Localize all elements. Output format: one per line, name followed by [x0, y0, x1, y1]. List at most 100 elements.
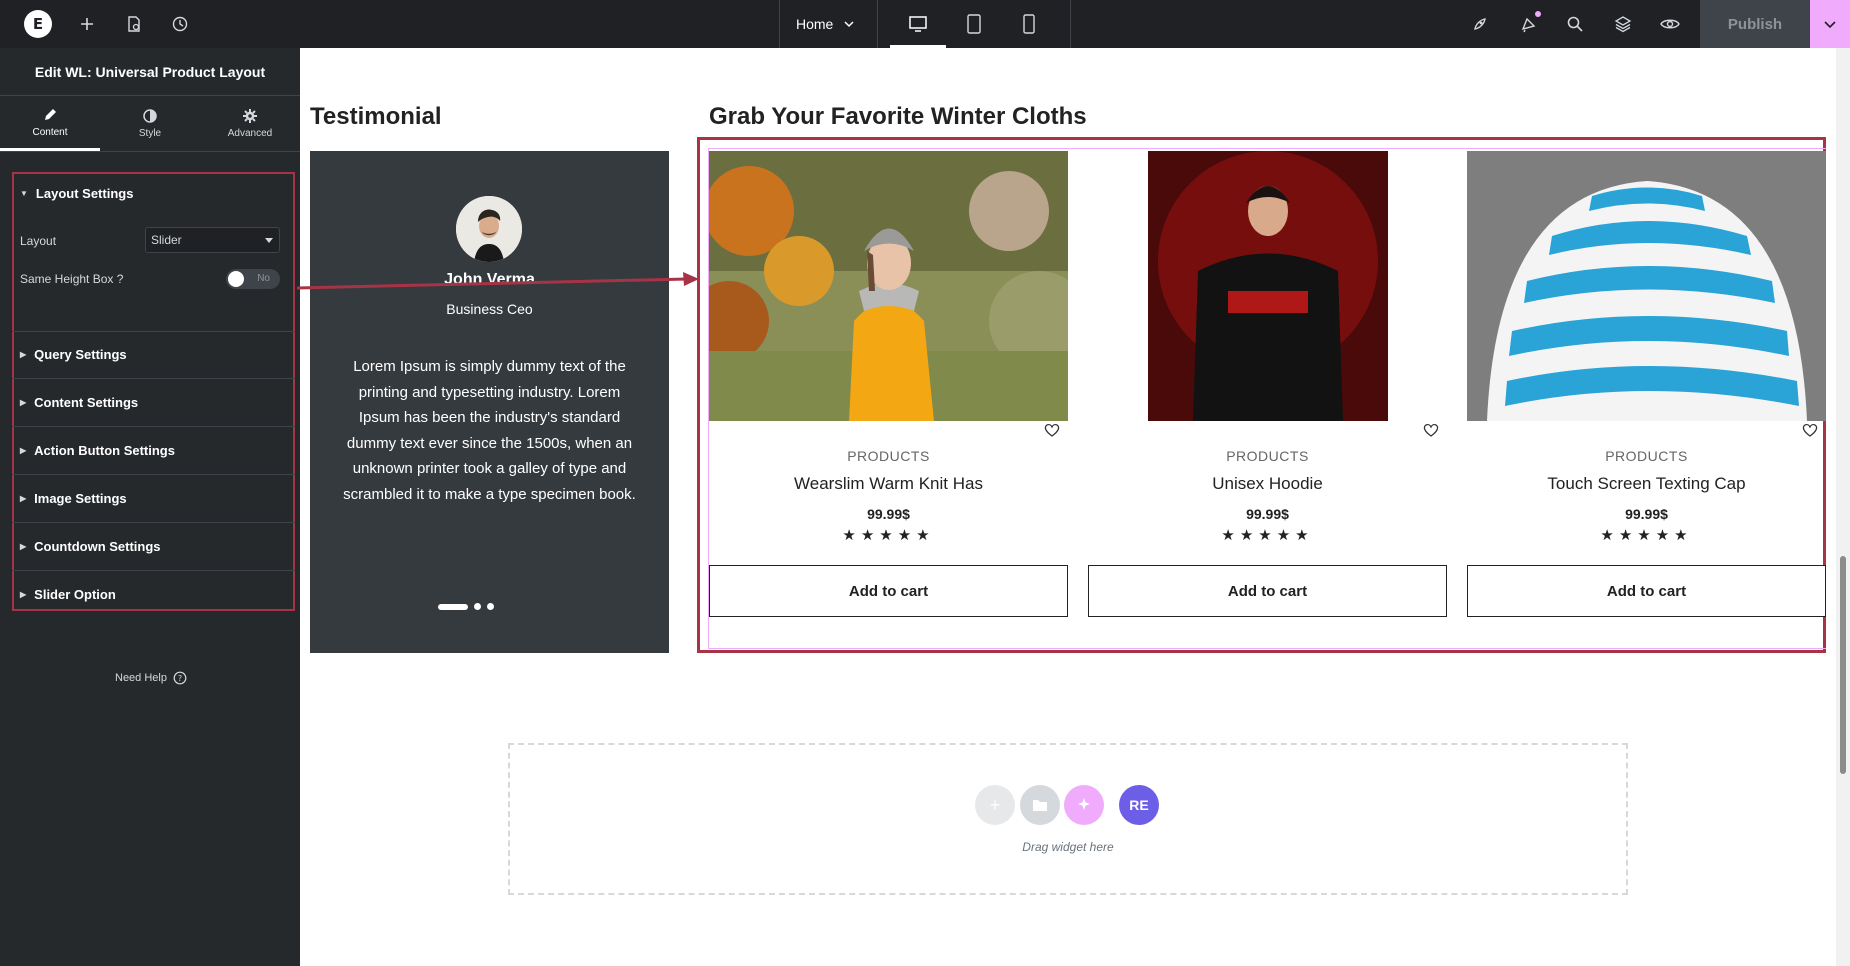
slider-dot[interactable]	[487, 603, 494, 610]
product-name[interactable]: Wearslim Warm Knit Has	[709, 474, 1068, 494]
add-to-cart-button[interactable]: Add to cart	[1467, 565, 1826, 617]
svg-text:?: ?	[178, 674, 182, 683]
layout-select[interactable]: Slider	[145, 227, 280, 253]
layout-select-value: Slider	[151, 233, 182, 247]
tab-content[interactable]: Content	[0, 96, 100, 151]
section-slider-option[interactable]: ▶ Slider Option	[20, 587, 116, 602]
section-label: Content Settings	[34, 395, 139, 410]
divider	[12, 570, 295, 571]
notification-dot	[1535, 11, 1541, 17]
panel-title: Edit WL: Universal Product Layout	[0, 48, 300, 96]
product-price: 99.99$	[1246, 506, 1289, 522]
desktop-icon[interactable]	[906, 12, 930, 36]
product-price: 99.99$	[1625, 506, 1668, 522]
product-card[interactable]: PRODUCTS Touch Screen Texting Cap 99.99$…	[1467, 151, 1826, 617]
product-card[interactable]: PRODUCTS Wearslim Warm Knit Has 99.99$ ★…	[709, 151, 1068, 617]
search-icon[interactable]	[1563, 12, 1587, 36]
publish-options-button[interactable]	[1810, 0, 1850, 48]
mobile-icon[interactable]	[1017, 12, 1041, 36]
ai-sparkle-button[interactable]	[1064, 785, 1104, 825]
folder-icon	[1033, 800, 1047, 811]
add-section-button[interactable]: +	[975, 785, 1015, 825]
product-rating: ★★★★★	[842, 527, 935, 544]
panel-tabs: Content Style Advanced	[0, 96, 300, 152]
product-name[interactable]: Unisex Hoodie	[1088, 474, 1447, 494]
product-rating: ★★★★★	[1600, 527, 1693, 544]
testimonial-text: Lorem Ipsum is simply dummy text of the …	[343, 358, 636, 503]
tab-label: Content	[32, 126, 68, 138]
caret-right-icon: ▶	[20, 446, 27, 455]
page-name: Home	[796, 16, 834, 32]
same-height-label: Same Height Box ?	[20, 272, 124, 286]
caret-down-icon	[265, 238, 273, 243]
caret-right-icon: ▶	[20, 350, 27, 359]
drop-zone-label: Drag widget here	[1022, 840, 1114, 854]
canvas-scrollbar[interactable]	[1836, 48, 1850, 966]
layers-icon[interactable]	[1611, 12, 1635, 36]
section-label: Image Settings	[34, 491, 127, 506]
separator	[877, 0, 878, 48]
help-icon: ?	[173, 671, 187, 685]
product-rating: ★★★★★	[1221, 527, 1314, 544]
drop-zone[interactable]	[508, 743, 1628, 895]
history-icon[interactable]	[168, 12, 192, 36]
tab-label: Style	[138, 128, 162, 139]
product-image[interactable]	[1467, 151, 1826, 421]
products-heading: Grab Your Favorite Winter Cloths	[709, 103, 1087, 130]
section-content-settings[interactable]: ▶ Content Settings	[20, 395, 138, 410]
preview-eye-icon[interactable]	[1658, 12, 1682, 36]
divider	[12, 331, 295, 332]
page-settings-icon[interactable]	[122, 12, 146, 36]
toggle-knob	[228, 271, 244, 287]
section-label: Query Settings	[34, 347, 127, 362]
product-price: 99.99$	[867, 506, 910, 522]
wishlist-heart-icon[interactable]	[1800, 421, 1820, 441]
toggle-state: No	[257, 273, 270, 284]
annotation-arrow	[296, 272, 699, 290]
templates-folder-button[interactable]	[1020, 785, 1060, 825]
add-to-cart-button[interactable]: Add to cart	[1088, 565, 1447, 617]
caret-right-icon: ▶	[20, 398, 27, 407]
caret-right-icon: ▶	[20, 542, 27, 551]
section-countdown-settings[interactable]: ▶ Countdown Settings	[20, 539, 161, 554]
tab-label: Advanced	[227, 128, 273, 139]
tablet-icon[interactable]	[962, 12, 986, 36]
elementor-logo[interactable]: E	[24, 10, 52, 38]
divider	[12, 474, 295, 475]
slider-dot[interactable]	[474, 603, 481, 610]
add-to-cart-button[interactable]: Add to cart	[709, 565, 1068, 617]
section-layout-settings[interactable]: ▼ Layout Settings	[20, 186, 133, 201]
separator	[1070, 0, 1071, 48]
same-height-toggle[interactable]: No	[226, 269, 280, 289]
wishlist-heart-icon[interactable]	[1042, 421, 1062, 441]
publish-button[interactable]: Publish	[1700, 0, 1810, 48]
rocket-icon[interactable]	[1468, 12, 1492, 36]
pencil-icon	[45, 108, 56, 120]
slider-dot-active[interactable]	[438, 603, 468, 610]
section-query-settings[interactable]: ▶ Query Settings	[20, 347, 127, 362]
product-name[interactable]: Touch Screen Texting Cap	[1467, 474, 1826, 494]
need-help-link[interactable]: Need Help ?	[115, 671, 187, 685]
section-image-settings[interactable]: ▶ Image Settings	[20, 491, 127, 506]
section-label: Layout Settings	[35, 186, 134, 201]
caret-down-icon: ▼	[20, 189, 28, 198]
royal-elementor-button[interactable]: RE	[1119, 785, 1159, 825]
product-image[interactable]	[1088, 151, 1447, 421]
tab-style[interactable]: Style	[100, 96, 200, 151]
product-card[interactable]: PRODUCTS Unisex Hoodie 99.99$ ★★★★★ Add …	[1088, 151, 1447, 617]
page-selector[interactable]: Home	[796, 0, 855, 48]
wishlist-heart-icon[interactable]	[1421, 421, 1441, 441]
add-element-icon[interactable]	[75, 12, 99, 36]
testimonial-card[interactable]: John Verma Business Ceo Lorem Ipsum is s…	[310, 151, 669, 653]
chevron-down-icon	[844, 21, 854, 28]
scroll-thumb[interactable]	[1840, 556, 1846, 774]
chevron-down-icon	[1824, 21, 1836, 29]
section-action-button-settings[interactable]: ▶ Action Button Settings	[20, 443, 175, 458]
need-help-label: Need Help	[115, 672, 167, 684]
section-label: Countdown Settings	[34, 539, 161, 554]
testimonial-role: Business Ceo	[446, 301, 533, 317]
testimonial-heading: Testimonial	[310, 103, 442, 130]
contrast-icon	[143, 109, 157, 123]
tab-advanced[interactable]: Advanced	[200, 96, 300, 151]
product-image[interactable]	[709, 151, 1068, 421]
